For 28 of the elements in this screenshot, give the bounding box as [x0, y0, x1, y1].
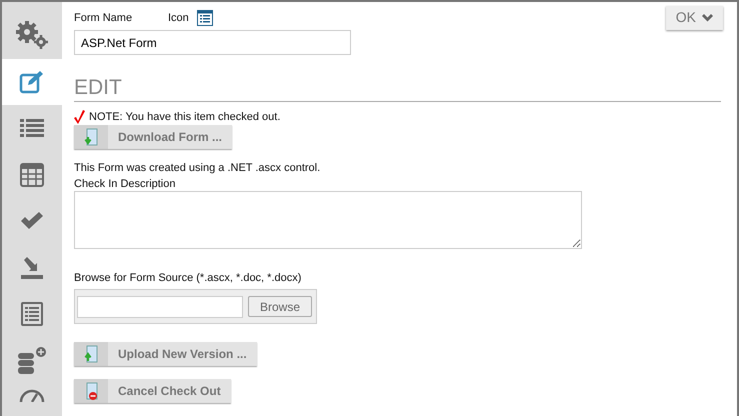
upload-version-button[interactable]: Upload New Version ...	[74, 342, 257, 366]
note-text: NOTE: You have this item checked out.	[89, 111, 280, 124]
field-label: Icon	[168, 12, 189, 24]
gauge-icon[interactable]	[19, 388, 45, 402]
download-button[interactable]: Download Form ...	[74, 125, 232, 149]
description-field[interactable]	[74, 191, 582, 249]
database-add-icon[interactable]	[17, 346, 47, 375]
field-label: Check In Description	[74, 178, 176, 191]
document-list-icon[interactable]	[21, 302, 43, 326]
chevron-icon	[702, 14, 713, 22]
file-path-field[interactable]	[77, 296, 243, 318]
info-text: This Form was created using a .NET .ascx control.	[74, 162, 322, 175]
list-icon[interactable]	[20, 118, 44, 138]
browse-button[interactable]: Browse	[248, 296, 312, 317]
tray-arrow-icon[interactable]	[20, 256, 44, 280]
field-label: Form Name	[74, 12, 134, 24]
table-icon[interactable]	[20, 162, 44, 187]
edit-icon[interactable]	[19, 70, 45, 94]
field-label: Browse for Form Source (*.ascx, *.doc, *.docx)	[74, 272, 302, 285]
checkmark-icon	[74, 110, 85, 124]
form-name-field[interactable]: ASP.Net Form	[74, 30, 351, 55]
document-remove-icon	[84, 382, 98, 400]
check-icon[interactable]	[20, 212, 44, 230]
section-title: EDIT	[74, 75, 721, 102]
settings-icon[interactable]	[15, 20, 49, 50]
form-icon[interactable]	[196, 10, 213, 26]
ok-button[interactable]: OK	[666, 6, 723, 30]
cancel-checkout-button[interactable]: Cancel Check Out	[74, 379, 231, 403]
